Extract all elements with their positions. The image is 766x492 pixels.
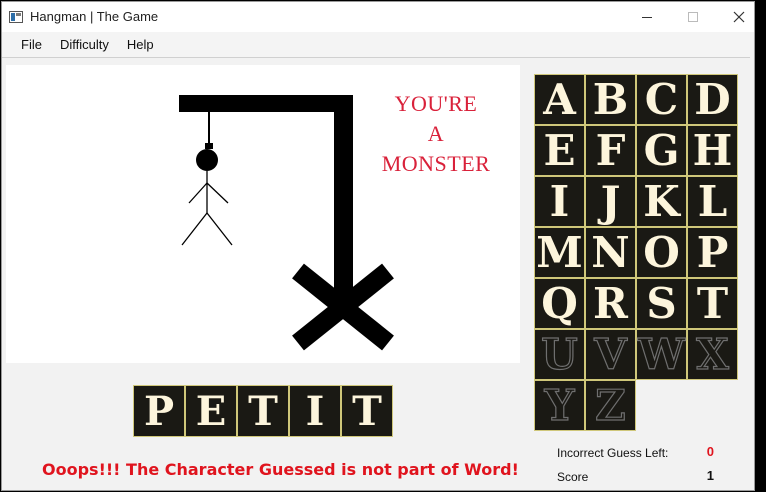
word-letter: P bbox=[133, 385, 185, 437]
minimize-icon bbox=[642, 16, 652, 18]
verdict-line: MONSTER bbox=[381, 151, 491, 176]
letter-key-b[interactable]: B bbox=[585, 74, 636, 125]
letter-key-z[interactable]: Z bbox=[585, 380, 636, 431]
letter-key-u[interactable]: U bbox=[534, 329, 585, 380]
letter-key-f[interactable]: F bbox=[585, 125, 636, 176]
figure-left-arm bbox=[188, 182, 208, 204]
letter-key-v[interactable]: V bbox=[585, 329, 636, 380]
letter-key-c[interactable]: C bbox=[636, 74, 687, 125]
status-message: Ooops!!! The Character Guessed is not pa… bbox=[42, 460, 519, 479]
score-label: Score bbox=[557, 470, 589, 484]
letter-key-k[interactable]: K bbox=[636, 176, 687, 227]
menu-file[interactable]: File bbox=[12, 34, 51, 56]
window-title: Hangman | The Game bbox=[30, 9, 159, 24]
letter-key-l[interactable]: L bbox=[687, 176, 738, 227]
maximize-icon bbox=[688, 12, 698, 22]
letter-key-g[interactable]: G bbox=[636, 125, 687, 176]
letter-key-p[interactable]: P bbox=[687, 227, 738, 278]
verdict-line: YOU'RE bbox=[394, 91, 478, 116]
figure-right-arm bbox=[206, 182, 229, 204]
score-value: 1 bbox=[706, 468, 714, 483]
word-letter: T bbox=[341, 385, 393, 437]
letter-key-e[interactable]: E bbox=[534, 125, 585, 176]
close-button[interactable] bbox=[716, 2, 754, 32]
figure-head bbox=[196, 149, 218, 171]
rope-knot bbox=[205, 143, 213, 149]
letter-key-o[interactable]: O bbox=[636, 227, 687, 278]
minimize-button[interactable] bbox=[624, 2, 670, 32]
word-letter: I bbox=[289, 385, 341, 437]
letter-key-r[interactable]: R bbox=[585, 278, 636, 329]
incorrect-guess-value: 0 bbox=[706, 444, 714, 459]
word-display: P E T I T bbox=[133, 385, 393, 437]
letter-keyboard: A B C D E F G H I J K L M N O P Q R S T … bbox=[534, 74, 740, 431]
gallows-beam bbox=[179, 95, 353, 112]
letter-key-d[interactable]: D bbox=[687, 74, 738, 125]
word-letter: E bbox=[185, 385, 237, 437]
incorrect-guess-label: Incorrect Guess Left: bbox=[557, 446, 669, 460]
maximize-button[interactable] bbox=[670, 2, 716, 32]
verdict-text: YOU'RE A MONSTER bbox=[361, 89, 511, 179]
menu-help[interactable]: Help bbox=[118, 34, 163, 56]
letter-key-j[interactable]: J bbox=[585, 176, 636, 227]
letter-key-q[interactable]: Q bbox=[534, 278, 585, 329]
hangman-canvas: YOU'RE A MONSTER bbox=[6, 65, 520, 363]
letter-key-y[interactable]: Y bbox=[534, 380, 585, 431]
letter-key-x[interactable]: X bbox=[687, 329, 738, 380]
app-window-icon bbox=[9, 11, 23, 23]
letter-key-m[interactable]: M bbox=[534, 227, 585, 278]
letter-key-s[interactable]: S bbox=[636, 278, 687, 329]
verdict-line: A bbox=[427, 121, 445, 146]
letter-key-i[interactable]: I bbox=[534, 176, 585, 227]
figure-right-leg bbox=[206, 212, 233, 246]
letter-key-n[interactable]: N bbox=[585, 227, 636, 278]
letter-key-a[interactable]: A bbox=[534, 74, 585, 125]
letter-key-w[interactable]: W bbox=[636, 329, 687, 380]
word-letter: T bbox=[237, 385, 289, 437]
gallows-post bbox=[334, 95, 353, 305]
menu-difficulty[interactable]: Difficulty bbox=[51, 34, 118, 56]
figure-left-leg bbox=[181, 212, 208, 246]
menu-bar: File Difficulty Help bbox=[2, 32, 750, 58]
letter-key-t[interactable]: T bbox=[687, 278, 738, 329]
close-icon bbox=[733, 11, 745, 23]
letter-key-h[interactable]: H bbox=[687, 125, 738, 176]
title-bar: Hangman | The Game bbox=[2, 2, 754, 32]
app-window: Hangman | The Game File Difficulty Help bbox=[1, 1, 755, 491]
